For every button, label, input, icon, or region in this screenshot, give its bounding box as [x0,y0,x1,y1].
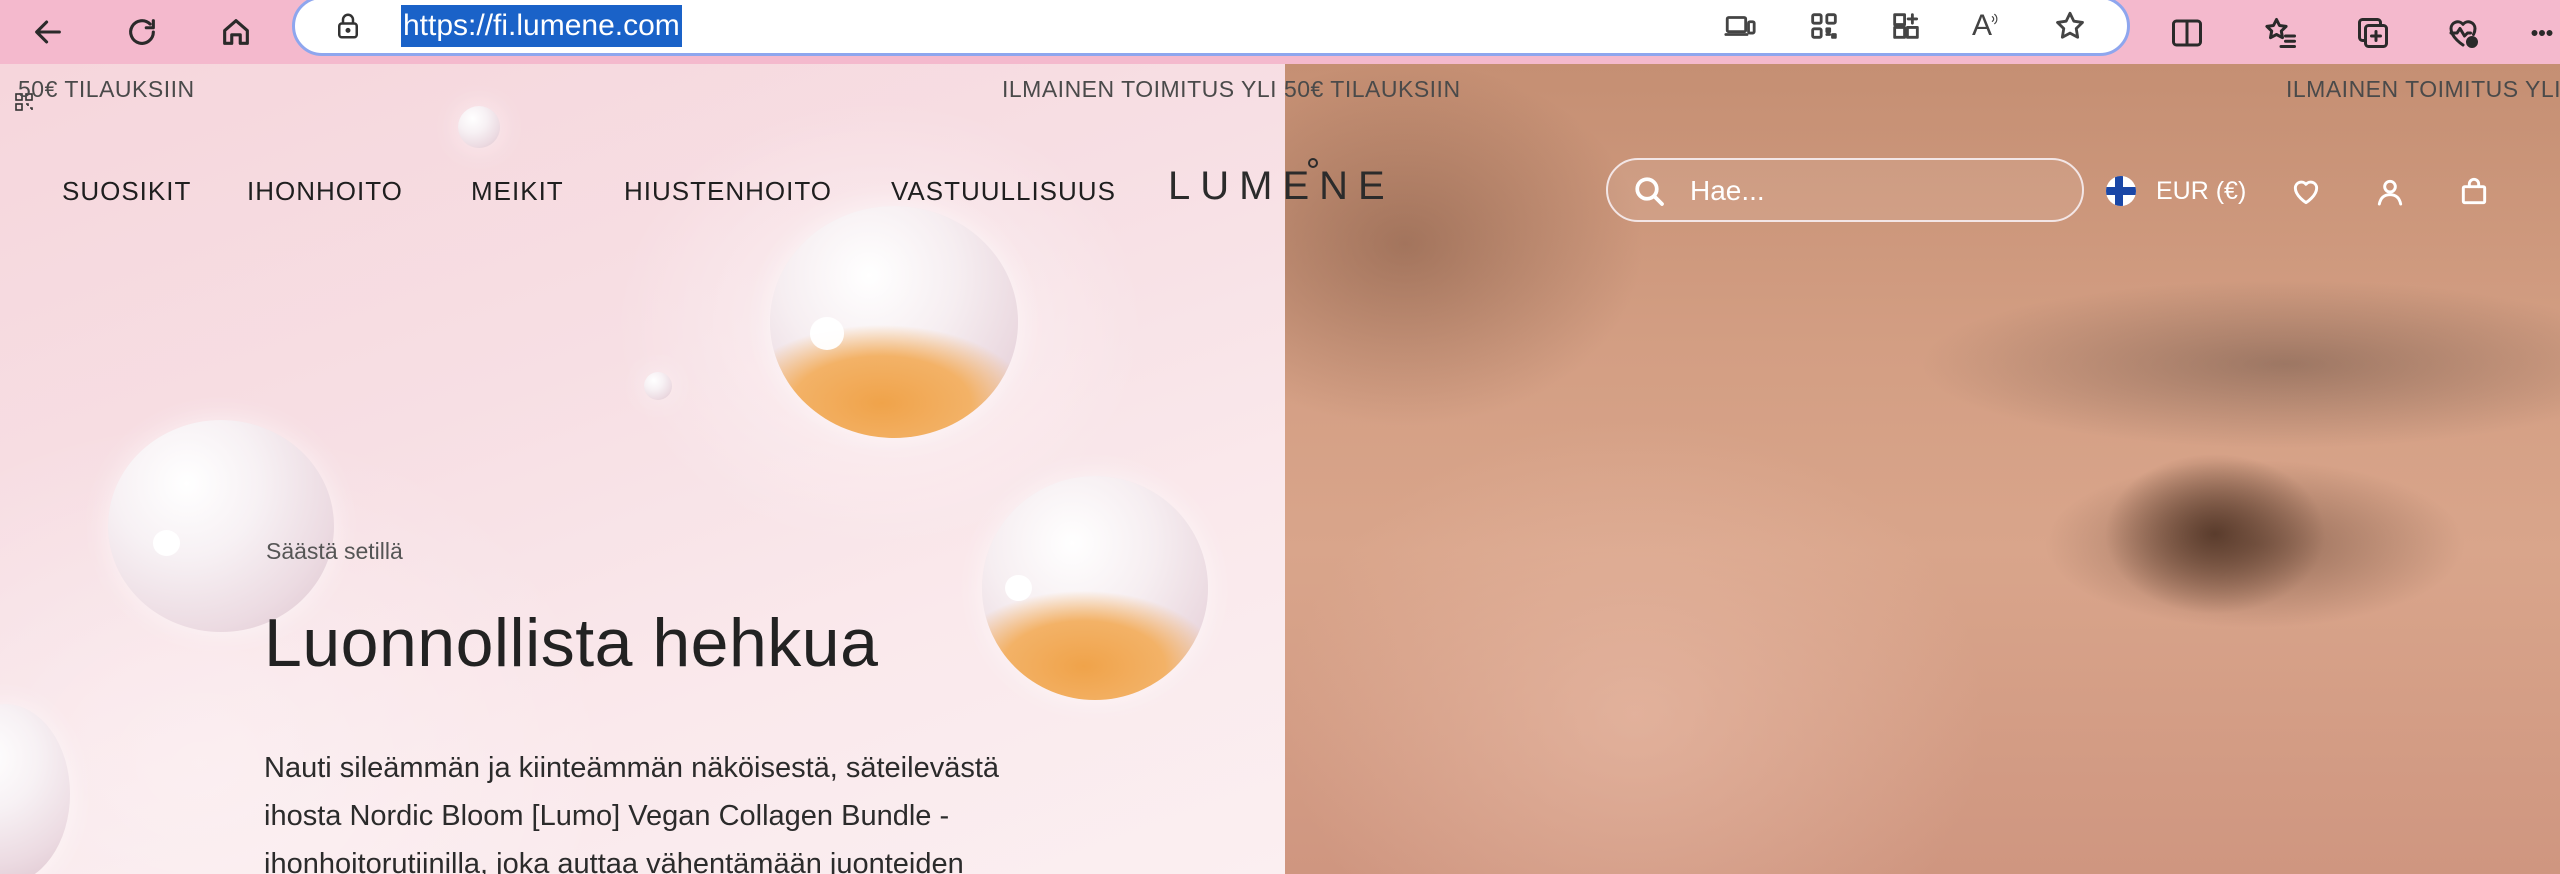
announcement-text: 50€ TILAUKSIIN [18,76,195,102]
currency-selector[interactable]: EUR (€) [2156,177,2246,206]
nav-item-meikit[interactable]: MEIKIT [471,176,564,207]
web-page: 50€ TILAUKSIIN ILMAINEN TOIMITUS YLI 50€… [0,64,2560,874]
favorites-button[interactable] [2258,10,2304,56]
favorite-star-icon[interactable] [2049,5,2091,47]
address-url[interactable]: https://fi.lumene.com [401,5,682,47]
logo-ring-mark [1308,158,1318,168]
bubble-decoration [644,372,672,400]
search-box[interactable] [1606,158,2084,222]
heart-icon [2293,180,2319,205]
device-icon[interactable] [1719,5,1761,47]
more-dots-icon [2531,30,2553,37]
browser-toolbar: https://fi.lumene.com A [0,0,2560,64]
finland-flag-icon[interactable] [2106,176,2136,206]
nav-item-suosikit[interactable]: SUOSIKIT [62,176,191,207]
brand-logo[interactable]: LUMENE [1168,164,1395,209]
search-icon[interactable] [1632,174,1668,210]
heart-pulse-icon [2449,20,2478,48]
bubble-decoration [770,206,1018,438]
refresh-button[interactable] [118,8,166,56]
split-screen-button[interactable] [2164,10,2210,56]
search-input[interactable] [1690,170,2070,212]
hero-description-line: ihosta Nordic Bloom [Lumo] Vegan Collage… [264,800,950,832]
address-bar[interactable]: https://fi.lumene.com A [292,0,2130,56]
wishlist-button[interactable] [2286,172,2326,212]
nav-item-ihonhoito[interactable]: IHONHOITO [247,176,403,207]
hero-description-line: Nauti sileämmän ja kiinteämmän näköisest… [264,752,1000,784]
back-button[interactable] [24,8,72,56]
favorites-list-icon [2265,18,2296,48]
hero-headline: Luonnollista hehkua [264,605,879,681]
read-aloud-icon[interactable]: A [1967,5,2009,47]
announcement-text: ILMAINEN TOIMITUS YLI 50€ TILAUKSIIN [1002,76,1461,102]
hero-description-line: ihonhoitorutiinilla, joka auttaa vähentä… [264,848,964,874]
home-icon [223,19,249,45]
hero-eyebrow: Säästä setillä [266,538,403,564]
browser-essentials-button[interactable] [2440,10,2486,56]
qr-code-icon[interactable] [1803,5,1845,47]
announcement-text: ILMAINEN TOIMITUS YLI [2286,76,2560,102]
bubble-decoration [0,704,70,874]
collections-button[interactable] [2350,10,2396,56]
home-button[interactable] [212,8,260,56]
bubble-decoration [982,476,1208,700]
nav-item-hiustenhoito[interactable]: HIUSTENHOITO [624,176,832,207]
cart-button[interactable] [2454,172,2494,212]
nav-item-vastuullisuus[interactable]: VASTUULLISUUS [891,176,1116,207]
bubble-decoration [108,420,334,632]
refresh-icon [129,19,155,45]
user-icon [2377,179,2403,206]
more-menu-button[interactable] [2524,10,2560,56]
bubble-decoration [458,106,500,148]
arrow-left-icon [35,20,61,44]
shopping-bag-icon [2461,177,2487,205]
lock-icon [333,11,363,41]
collections-icon [2358,18,2388,48]
account-button[interactable] [2370,172,2410,212]
split-screen-icon [2172,19,2202,47]
extensions-icon[interactable] [1885,5,1927,47]
hero-description: Nauti sileämmän ja kiinteämmän näköisest… [264,744,1064,874]
